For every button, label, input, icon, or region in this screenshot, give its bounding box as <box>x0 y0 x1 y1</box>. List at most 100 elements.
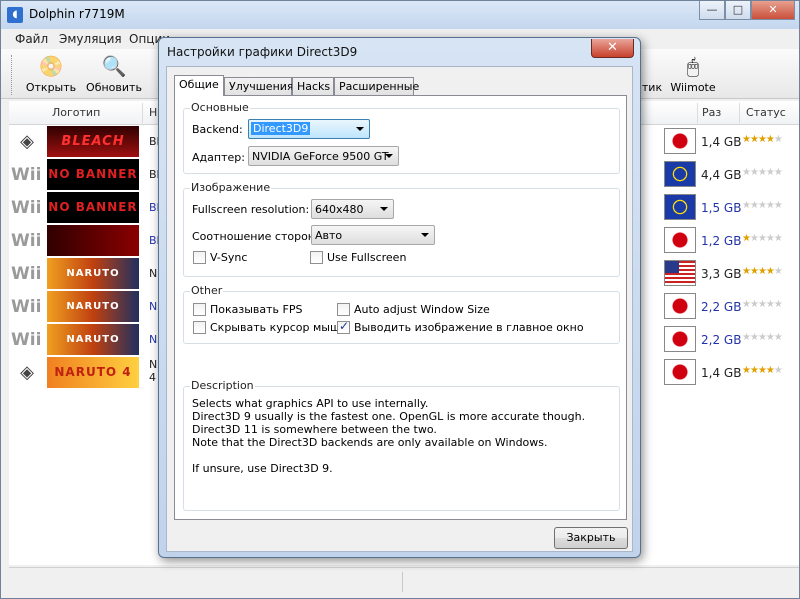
maximize-button[interactable]: □ <box>725 1 751 20</box>
aspect-ratio-label: Соотношение сторон: <box>192 230 319 243</box>
checkmark-icon: ✓ <box>339 319 350 333</box>
menu-file[interactable]: Файл <box>15 32 48 46</box>
description-line: If unsure, use Direct3D 9. <box>192 462 333 475</box>
game-size: 1,2 GB <box>701 234 742 248</box>
game-size: 1,4 GB <box>701 366 742 380</box>
rating-stars-icon: ★★★★★ <box>742 266 783 277</box>
refresh-icon: 🔍 <box>101 54 127 78</box>
joystick-button[interactable]: · тик <box>641 51 663 97</box>
backend-select[interactable]: Direct3D9 <box>248 119 370 139</box>
game-banner: NO BANNER <box>47 192 139 223</box>
tab-general[interactable]: Общие <box>174 75 224 96</box>
description-text: Selects what graphics API to use interna… <box>192 397 612 475</box>
vsync-label: V-Sync <box>210 251 248 264</box>
game-banner: NARUTO 4 <box>47 357 139 388</box>
status-bar <box>9 567 799 595</box>
group-basic-legend: Основные <box>190 101 250 114</box>
game-banner <box>47 225 139 256</box>
tab-advanced[interactable]: Расширенные <box>334 77 419 96</box>
rating-stars-icon: ★★★★★ <box>742 200 783 211</box>
chevron-down-icon <box>356 127 364 131</box>
hide-cursor-box <box>193 321 206 334</box>
menu-emulation[interactable]: Эмуляция <box>59 32 122 46</box>
game-banner: NARUTO <box>47 291 139 322</box>
rating-stars-icon: ★★★★★ <box>742 365 783 376</box>
chevron-down-icon <box>421 233 429 237</box>
refresh-button[interactable]: 🔍 Обновить <box>83 51 145 97</box>
game-name: N4 <box>149 358 158 384</box>
chevron-down-icon <box>385 154 393 158</box>
description-line <box>192 449 612 462</box>
use-fullscreen-box <box>310 251 323 264</box>
minimize-button[interactable]: — <box>699 1 725 20</box>
use-fullscreen-label: Use Fullscreen <box>327 251 407 264</box>
column-name[interactable]: Н <box>149 106 157 119</box>
show-fps-label: Показывать FPS <box>210 303 303 316</box>
dolphin-app-icon: ◖ <box>7 7 23 23</box>
rating-stars-icon: ★★★★★ <box>742 332 783 343</box>
game-size: 1,5 GB <box>701 201 742 215</box>
wii-platform-icon: Wii <box>11 165 42 185</box>
fullscreen-resolution-value: 640x480 <box>315 203 364 216</box>
render-to-main-box: ✓ <box>337 319 350 334</box>
gamecube-platform-icon: ◈ <box>20 131 34 152</box>
rating-stars-icon: ★★★★★ <box>742 299 783 310</box>
tab-hacks[interactable]: Hacks <box>292 77 334 96</box>
close-button[interactable]: Закрыть <box>554 527 628 549</box>
dialog-client: Общие Улучшения Hacks Расширенные Основн… <box>166 66 633 552</box>
column-logo[interactable]: Логотип <box>52 106 100 119</box>
title-bar: ◖ Dolphin r7719M — □ ✕ <box>1 1 799 29</box>
group-image: Изображение Fullscreen resolution: 640x4… <box>183 181 620 277</box>
rating-stars-icon: ★★★★★ <box>742 233 783 244</box>
tab-pane-general: Основные Backend: Direct3D9 Адаптер: NVI… <box>174 95 627 520</box>
game-size: 3,3 GB <box>701 267 742 281</box>
auto-adjust-label: Auto adjust Window Size <box>354 303 490 316</box>
rating-stars-icon: ★★★★★ <box>742 167 783 178</box>
game-size: 1,4 GB <box>701 135 742 149</box>
auto-adjust-box <box>337 303 350 316</box>
adapter-select[interactable]: NVIDIA GeForce 9500 GT <box>248 146 399 166</box>
gamecube-platform-icon: ◈ <box>20 362 34 383</box>
game-size: 2,2 GB <box>701 300 742 314</box>
wiimote-button[interactable]: 🖱 Wiimote <box>667 51 719 97</box>
aspect-ratio-value: Авто <box>315 229 343 242</box>
open-button[interactable]: 📀 Открыть <box>23 51 79 97</box>
adapter-value: NVIDIA GeForce 9500 GT <box>252 150 389 163</box>
tab-enhancements[interactable]: Улучшения <box>224 77 294 96</box>
group-basic: Основные Backend: Direct3D9 Адаптер: NVI… <box>183 101 620 174</box>
wii-platform-icon: Wii <box>11 330 42 350</box>
flag-jp-icon <box>664 326 696 352</box>
wiimote-icon: 🖱 <box>687 54 699 78</box>
rating-stars-icon: ★★★★★ <box>742 134 783 145</box>
backend-label: Backend: <box>192 123 243 136</box>
game-size: 2,2 GB <box>701 333 742 347</box>
description-line: Direct3D 9 usually is the fastest one. O… <box>192 410 586 436</box>
flag-jp-icon <box>664 227 696 253</box>
fullscreen-resolution-select[interactable]: 640x480 <box>311 199 394 219</box>
wii-platform-icon: Wii <box>11 297 42 317</box>
flag-us-icon <box>664 260 696 286</box>
column-status[interactable]: Статус <box>746 106 786 119</box>
window-close-button[interactable]: ✕ <box>751 1 795 20</box>
game-banner: NO BANNER <box>47 159 139 190</box>
flag-jp-icon <box>664 293 696 319</box>
flag-eu-icon <box>664 194 696 220</box>
dialog-close-icon[interactable]: ✕ <box>591 39 634 58</box>
description-line: Note that the Direct3D backends are only… <box>192 436 548 449</box>
game-banner: NARUTO <box>47 324 139 355</box>
game-banner: BLEACH <box>47 126 139 157</box>
toolbar-grip[interactable] <box>11 55 14 95</box>
backend-value: Direct3D9 <box>251 122 311 135</box>
column-size[interactable]: Раз <box>702 106 721 119</box>
group-description: Description Selects what graphics API to… <box>183 379 620 511</box>
graphics-settings-dialog: Настройки графики Direct3D9 ✕ Общие Улуч… <box>158 37 641 558</box>
wii-platform-icon: Wii <box>11 198 42 218</box>
group-description-legend: Description <box>190 379 255 392</box>
flag-jp-icon <box>664 128 696 154</box>
flag-eu-icon <box>664 161 696 187</box>
aspect-ratio-select[interactable]: Авто <box>311 225 435 245</box>
adapter-label: Адаптер: <box>192 151 245 164</box>
dialog-title: Настройки графики Direct3D9 <box>167 45 358 59</box>
game-banner: NARUTO <box>47 258 139 289</box>
vsync-box <box>193 251 206 264</box>
